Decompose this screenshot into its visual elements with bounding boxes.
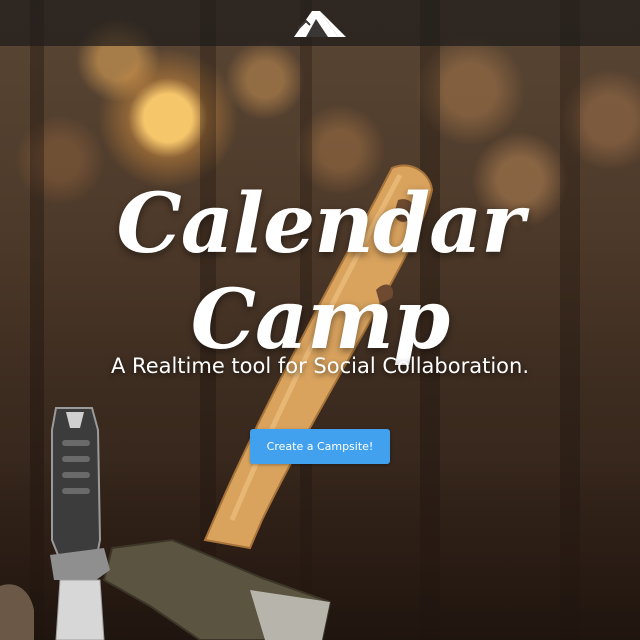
hero-title: Calendar Camp <box>116 176 524 368</box>
hero-subtitle: A Realtime tool for Social Collaboration… <box>111 354 529 378</box>
glove <box>0 584 34 640</box>
knife-handle <box>51 407 102 561</box>
knife-blade <box>55 579 105 640</box>
top-navbar <box>0 0 640 46</box>
tent-logo-icon[interactable] <box>292 7 348 39</box>
create-campsite-button[interactable]: Create a Campsite! <box>250 429 390 464</box>
